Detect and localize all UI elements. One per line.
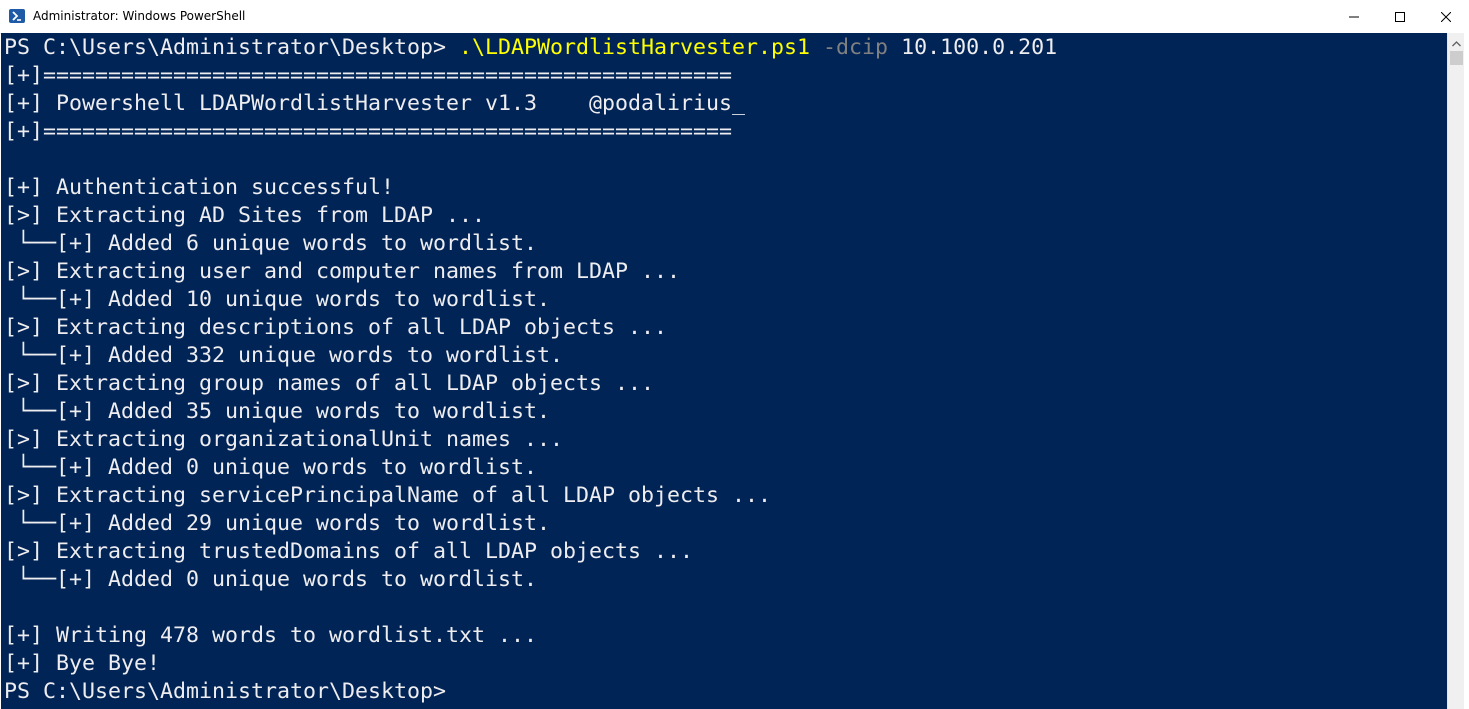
output-line: [+] Authentication successful! <box>4 175 395 200</box>
output-line: [+] Powershell LDAPWordlistHarvester v1.… <box>4 91 746 116</box>
output-line: [>] Extracting organizationalUnit names … <box>4 427 564 452</box>
command-line: PS C:\Users\Administrator\Desktop> .\LDA… <box>4 34 1057 62</box>
output-line: └──[+] Added 0 unique words to wordlist. <box>4 455 538 480</box>
command-parameter: -dcip <box>810 35 889 60</box>
command-prompt: PS C:\Users\Administrator\Desktop> <box>4 35 460 60</box>
output-line: └──[+] Added 0 unique words to wordlist. <box>4 567 538 592</box>
title-bar[interactable]: Administrator: Windows PowerShell <box>0 0 1469 34</box>
window-edge <box>1464 33 1469 709</box>
maximize-button[interactable] <box>1377 0 1423 33</box>
console-output[interactable]: PS C:\Users\Administrator\Desktop> .\LDA… <box>1 33 1447 709</box>
output-line: [>] Extracting trustedDomains of all LDA… <box>4 539 694 564</box>
scroll-up-button[interactable] <box>1448 33 1465 50</box>
output-line: └──[+] Added 6 unique words to wordlist. <box>4 231 538 256</box>
minimize-icon <box>1349 7 1359 26</box>
maximize-icon <box>1395 7 1405 26</box>
output-line: └──[+] Added 29 unique words to wordlist… <box>4 511 551 536</box>
minimize-button[interactable] <box>1331 0 1377 33</box>
output-line: [+]=====================================… <box>4 63 733 88</box>
powershell-icon[interactable] <box>9 9 25 23</box>
output-line: [>] Extracting group names of all LDAP o… <box>4 371 655 396</box>
final-prompt: PS C:\Users\Administrator\Desktop> <box>4 679 447 704</box>
scrollbar-thumb[interactable] <box>1450 51 1463 65</box>
close-button[interactable] <box>1423 0 1469 33</box>
output-line: └──[+] Added 10 unique words to wordlist… <box>4 287 551 312</box>
output-line: [>] Extracting servicePrincipalName of a… <box>4 483 772 508</box>
command-script: .\LDAPWordlistHarvester.ps1 <box>459 35 811 60</box>
chevron-up-icon <box>1452 32 1461 51</box>
output-line: [>] Extracting AD Sites from LDAP ... <box>4 203 486 228</box>
close-icon <box>1440 7 1452 26</box>
output-line: [+]=====================================… <box>4 119 733 144</box>
output-line: [+] Bye Bye! <box>4 651 161 676</box>
output-line: └──[+] Added 35 unique words to wordlist… <box>4 399 551 424</box>
output-line: [>] Extracting descriptions of all LDAP … <box>4 315 668 340</box>
output-line: [+] Writing 478 words to wordlist.txt ..… <box>4 623 538 648</box>
window-title: Administrator: Windows PowerShell <box>33 9 246 23</box>
vertical-scrollbar[interactable] <box>1447 33 1465 709</box>
output-line: [>] Extracting user and computer names f… <box>4 259 681 284</box>
output-line: └──[+] Added 332 unique words to wordlis… <box>4 343 564 368</box>
powershell-window: Administrator: Windows PowerShell PS C:\… <box>0 0 1469 709</box>
command-value: 10.100.0.201 <box>888 35 1058 60</box>
